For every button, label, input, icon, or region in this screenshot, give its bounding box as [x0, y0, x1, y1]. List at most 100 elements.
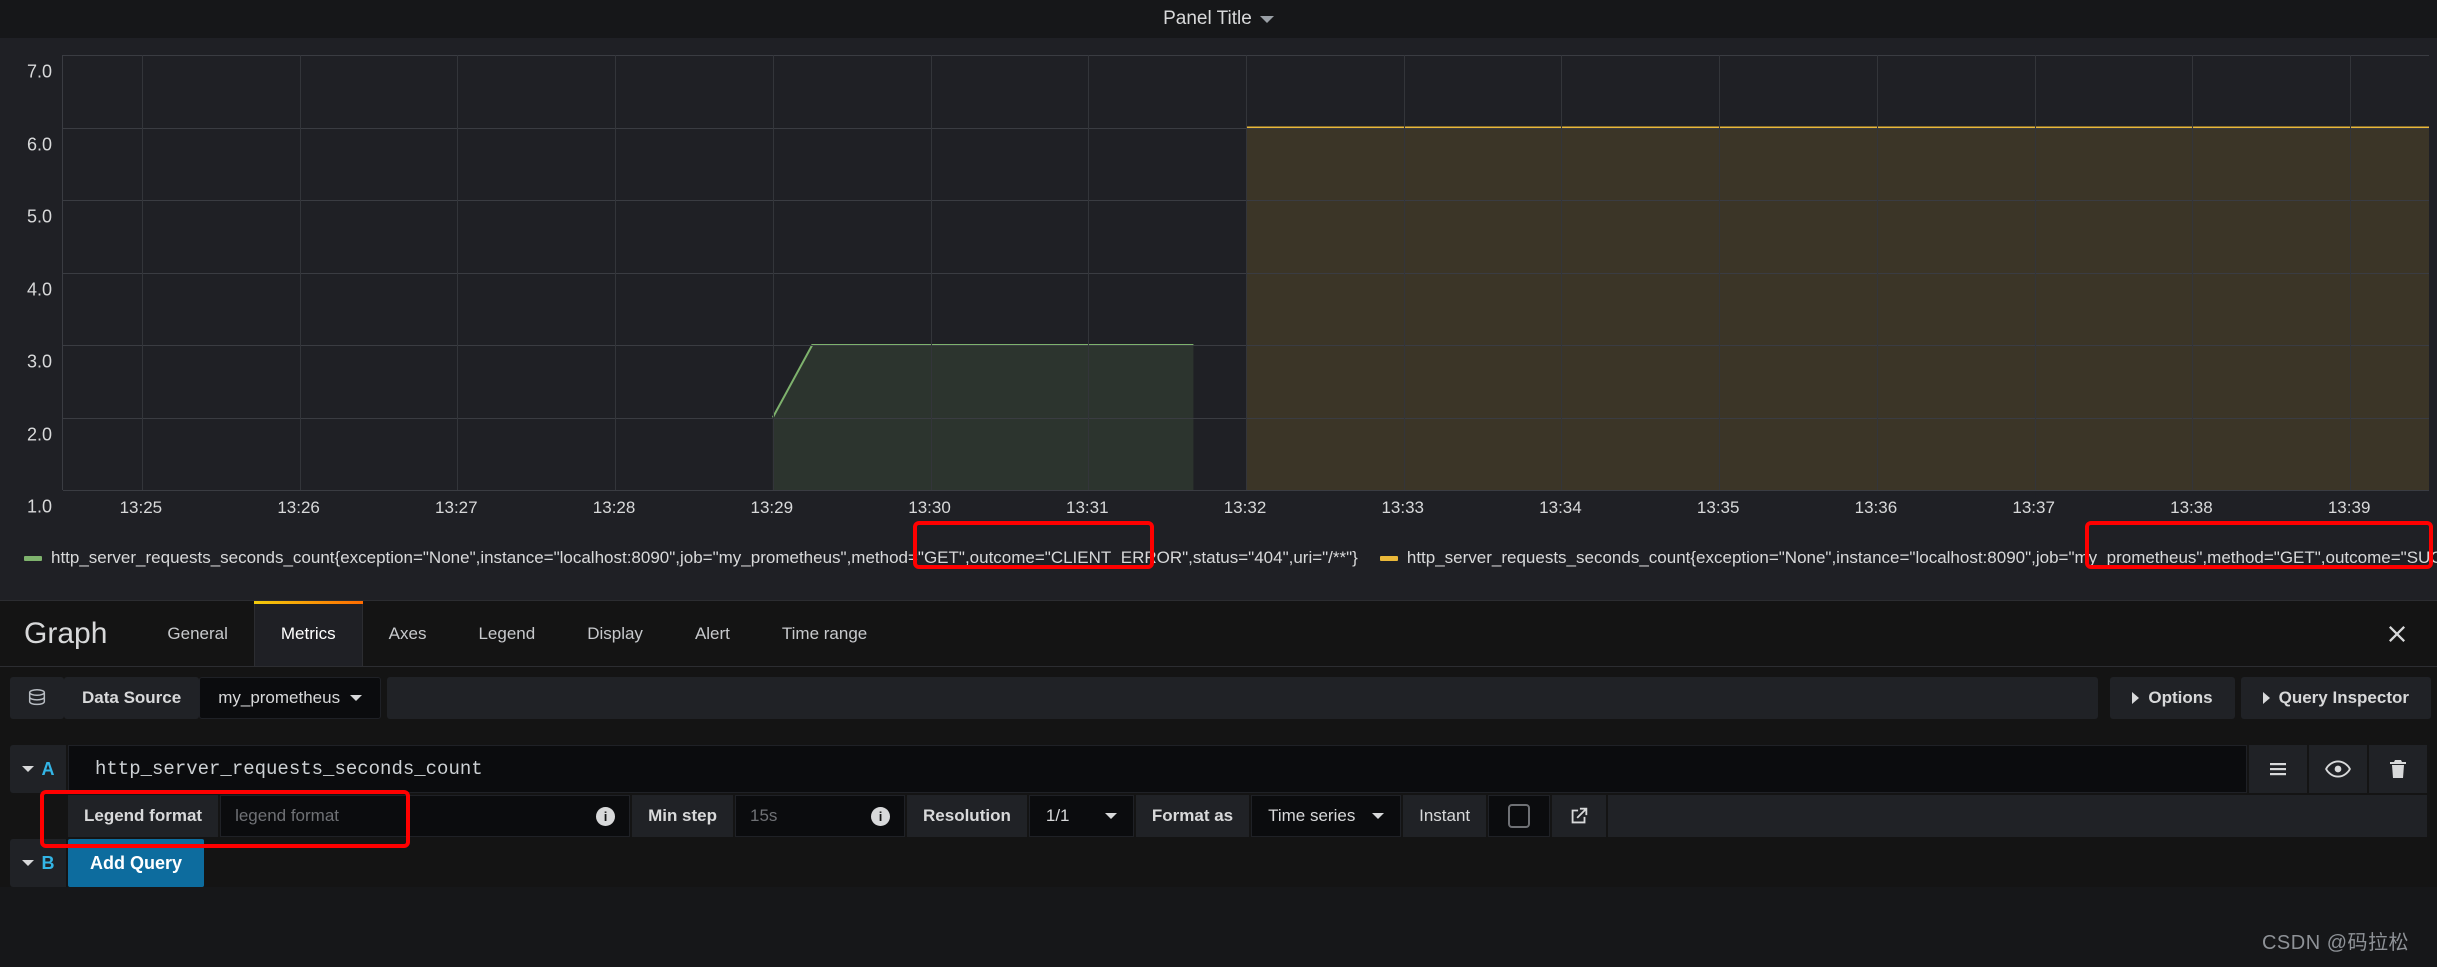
graph-panel: Panel Title 7.0 6.0 5.0 4.0 3.0 2.0 1.0 13:25 1…: [0, 0, 2437, 600]
grid-line-vertical: [1088, 55, 1090, 490]
min-step-label: Min step: [632, 795, 734, 837]
chevron-right-icon: [2262, 692, 2270, 704]
external-link-icon[interactable]: [1552, 795, 1607, 837]
x-axis-tick-label: 13:35: [1696, 498, 1740, 517]
add-query-row: B Add Query: [10, 839, 2427, 887]
datasource-label: Data Source: [64, 677, 200, 719]
x-axis: 13:25 13:26 13:27 13:28 13:29 13:30 13:31 13:32…: [62, 498, 2429, 524]
grid-line-horizontal: [63, 490, 2429, 491]
x-axis-tick-label: 13:27: [435, 498, 478, 517]
x-axis-tick-label: 13:25: [119, 498, 163, 517]
chevron-down-icon: [21, 766, 34, 772]
tab-axes[interactable]: Axes: [363, 601, 453, 666]
legend-item-label: http_server_requests_seconds_count{excep…: [1406, 548, 2437, 567]
x-axis-tick-label: 13:29: [750, 498, 794, 517]
datasource-row-spacer: [387, 677, 2099, 719]
query-expression-input[interactable]: http_server_requests_seconds_count: [68, 745, 2247, 793]
x-axis-tick-label: 13:33: [1381, 498, 1424, 517]
datasource-select[interactable]: my_prometheus: [199, 677, 382, 719]
chevron-down-icon: [1104, 813, 1117, 819]
legend-format-label: Legend format: [68, 795, 219, 837]
eye-icon[interactable]: [2309, 745, 2367, 793]
legend-format-field[interactable]: i: [220, 795, 631, 837]
chevron-down-icon[interactable]: [1259, 15, 1274, 23]
x-axis-tick-label: 13:32: [1223, 498, 1267, 517]
tab-metrics[interactable]: Metrics: [253, 601, 363, 666]
y-axis-tick-label: 3.0: [26, 351, 52, 372]
grid-line-vertical: [1246, 55, 1247, 490]
min-step-input[interactable]: [750, 806, 862, 826]
grid-line-vertical: [1561, 55, 1563, 490]
instant-checkbox[interactable]: [1488, 795, 1551, 837]
grid-line-vertical: [141, 55, 143, 490]
grid-line-vertical: [2350, 55, 2352, 490]
close-icon[interactable]: [2357, 601, 2437, 666]
x-axis-tick-label: 13:34: [1539, 498, 1582, 517]
add-query-button[interactable]: Add Query: [68, 839, 205, 887]
plot-area: 7.0 6.0 5.0 4.0 3.0 2.0 1.0 13:25 13:26 13:27 13:…: [0, 38, 2437, 538]
chevron-down-icon: [1372, 813, 1385, 819]
x-axis-tick-label: 13:39: [2327, 498, 2371, 517]
resolution-label: Resolution: [907, 795, 1027, 837]
resolution-select[interactable]: 1/1: [1028, 795, 1134, 837]
watermark: CSDN @码拉松: [2261, 932, 2409, 954]
chevron-down-icon: [21, 860, 34, 866]
query-row-toggle-a[interactable]: A: [10, 745, 66, 793]
format-as-select[interactable]: Time series: [1251, 795, 1402, 837]
x-axis-tick-label: 13:26: [277, 498, 320, 517]
panel-header: Panel Title: [0, 0, 2437, 38]
panel-editor: Graph General Metrics Axes Legend Displa…: [0, 600, 2437, 954]
legend-color-swatch: [24, 555, 42, 561]
grid-line-vertical: [772, 55, 774, 490]
grid-line-vertical: [930, 55, 932, 490]
resolution-value: 1/1: [1045, 806, 1070, 825]
y-axis: 7.0 6.0 5.0 4.0 3.0 2.0 1.0: [0, 55, 62, 517]
info-icon[interactable]: i: [871, 806, 891, 826]
grid-line-vertical: [615, 55, 617, 490]
y-axis-tick-label: 2.0: [26, 424, 52, 444]
tab-bar-spacer: [893, 601, 2357, 666]
format-as-value: Time series: [1268, 806, 1356, 825]
y-axis-tick-label: 6.0: [26, 134, 52, 154]
grid-line-vertical: [1719, 55, 1721, 490]
min-step-field[interactable]: i: [735, 795, 906, 837]
y-axis-tick-label: 4.0: [26, 279, 52, 299]
options-toggle[interactable]: Options: [2110, 677, 2235, 719]
legend-item[interactable]: http_server_requests_seconds_count{excep…: [24, 548, 1358, 568]
editor-kind-label: Graph: [24, 616, 108, 650]
legend-item-label: http_server_requests_seconds_count{excep…: [51, 548, 1358, 567]
grid-line-vertical: [1876, 55, 1878, 490]
panel-title: Panel Title: [1163, 8, 1252, 29]
datasource-row: Data Source my_prometheus Options Query …: [0, 667, 2437, 729]
query-options-row: Legend format i Min step i Resolution 1/…: [68, 795, 2427, 837]
tab-legend[interactable]: Legend: [452, 601, 561, 666]
tab-display[interactable]: Display: [561, 601, 669, 666]
query-letter-b: B: [41, 852, 55, 873]
trash-icon[interactable]: [2369, 745, 2427, 793]
query-row-toggle-b[interactable]: B: [10, 839, 66, 887]
tab-general[interactable]: General: [141, 601, 253, 666]
datasource-value: my_prometheus: [218, 688, 341, 707]
info-icon[interactable]: i: [596, 806, 616, 826]
tab-alert[interactable]: Alert: [669, 601, 756, 666]
x-axis-tick-label: 13:31: [1065, 498, 1109, 517]
x-axis-tick-label: 13:38: [2170, 498, 2213, 517]
query-inspector-toggle[interactable]: Query Inspector: [2240, 677, 2431, 719]
editor-tab-bar: Graph General Metrics Axes Legend Displa…: [0, 601, 2437, 667]
grid-line-vertical: [299, 55, 301, 490]
hamburger-icon[interactable]: [2249, 745, 2307, 793]
legend-item[interactable]: http_server_requests_seconds_count{excep…: [1379, 548, 2437, 568]
legend-format-input[interactable]: [235, 806, 587, 826]
legend: http_server_requests_seconds_count{excep…: [0, 538, 2437, 578]
grid-line-vertical: [2192, 55, 2194, 490]
grid-line-vertical: [2034, 55, 2036, 490]
tab-time-range[interactable]: Time range: [756, 601, 893, 666]
x-axis-tick-label: 13:36: [1854, 498, 1898, 517]
query-row-a: A http_server_requests_seconds_count: [10, 745, 2427, 793]
x-axis-tick-label: 13:37: [2012, 498, 2055, 517]
panel-title-menu[interactable]: Panel Title: [1163, 8, 1274, 30]
options-label: Options: [2148, 688, 2213, 707]
grid-line-vertical: [1403, 55, 1405, 490]
y-axis-tick-label: 7.0: [26, 61, 52, 82]
instant-label: Instant: [1403, 795, 1487, 837]
